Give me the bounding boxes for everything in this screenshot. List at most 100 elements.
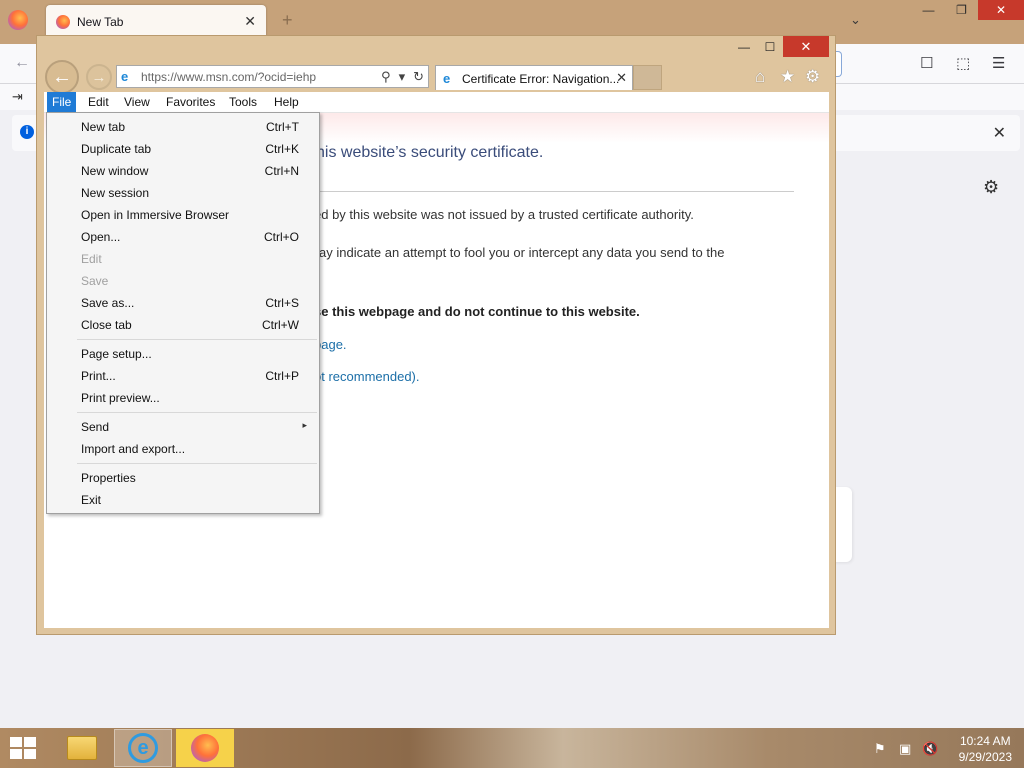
menu-item-label: Properties [81,471,136,485]
firefox-tab-title: New Tab [77,15,124,29]
firefox-maximize-button[interactable]: ❐ [945,0,978,20]
menu-item-shortcut: Ctrl+P [265,369,299,383]
cert-error-title: his website’s security certificate. [316,144,544,161]
file-menu-item-duplicate-tab[interactable]: Duplicate tab Ctrl+K [47,138,319,160]
file-menu-item-save: Save [47,270,319,292]
tools-gear-icon[interactable]: ⚙ [805,67,820,87]
refresh-icon[interactable]: ↻ [413,69,424,85]
menu-item-label: Edit [81,252,102,266]
ie-forward-button[interactable]: → [86,64,112,90]
menu-icon[interactable]: ☰ [992,54,1005,72]
firefox-minimize-button[interactable]: — [912,0,945,20]
home-icon[interactable]: ⌂ [755,67,765,87]
file-menu-item-send[interactable]: Send ▸ [47,416,319,438]
ie-tab-certificate-error[interactable]: e Certificate Error: Navigation... ✕ [435,65,633,90]
menu-item-label: Print... [81,369,116,383]
volume-muted-icon[interactable]: 🔇 [922,741,938,757]
menu-item-label: New session [81,186,150,200]
file-menu-item-print-preview[interactable]: Print preview... [47,387,319,409]
ie-close-button[interactable]: ✕ [783,36,829,57]
submenu-arrow-icon: ▸ [302,420,307,430]
menu-favorites[interactable]: Favorites [166,95,215,109]
firefox-list-all-tabs-icon[interactable]: ⌄ [850,12,861,28]
address-dropdown-icon[interactable]: ▾ [399,69,406,85]
firefox-back-icon[interactable]: ← [14,54,30,72]
ie-menubar: File Edit View Favorites Tools Help [44,92,829,113]
menu-item-label: Send [81,420,110,434]
menu-edit[interactable]: Edit [88,95,109,109]
taskbar-file-explorer[interactable] [53,729,111,767]
favorites-star-icon[interactable]: ★ [780,67,795,87]
continue-website-link[interactable]: ot recommended). [314,369,420,384]
file-menu-dropdown: New tab Ctrl+T Duplicate tab Ctrl+K New … [46,112,320,514]
info-icon: i [20,125,34,139]
menu-item-label: Open in Immersive Browser [81,208,230,222]
system-clock[interactable]: 10:24 AM 9/29/2023 [959,733,1012,765]
firefox-close-button[interactable]: ✕ [978,0,1024,20]
ie-minimize-button[interactable]: — [731,36,757,57]
ie-window-controls: — ☐ ✕ [731,36,829,57]
file-menu-item-new-tab[interactable]: New tab Ctrl+T [47,116,319,138]
file-menu-item-exit[interactable]: Exit [47,489,319,511]
cert-error-line-1: ed by this website was not issued by a t… [314,207,694,222]
menu-separator [77,339,317,340]
ie-address-bar[interactable]: e https://www.msn.com/?ocid=iehp ⚲ ▾ ↻ [116,65,429,88]
menu-item-shortcut: Ctrl+K [265,142,299,156]
menu-item-label: Duplicate tab [81,142,152,156]
newtab-settings-gear-icon[interactable]: ⚙ [983,177,999,198]
ie-address-controls: ⚲ ▾ ↻ [381,69,424,85]
file-menu-item-save-as[interactable]: Save as... Ctrl+S [47,292,319,314]
extensions-icon[interactable]: ⬚ [956,54,970,72]
menu-item-label: New window [81,164,149,178]
file-menu-item-open-immersive[interactable]: Open in Immersive Browser [47,204,319,226]
menu-item-label: Open... [81,230,121,244]
network-icon[interactable]: ▣ [899,741,911,757]
menu-item-label: Print preview... [81,391,160,405]
firefox-icon [191,734,219,762]
taskbar: e ⚑ ▣ 🔇 10:24 AM 9/29/2023 [0,728,1024,768]
menu-separator [77,463,317,464]
notification-close-icon[interactable]: ✕ [993,123,1006,143]
menu-separator [77,412,317,413]
file-menu-item-import-export[interactable]: Import and export... [47,438,319,460]
start-windows-icon[interactable] [10,737,38,761]
file-menu-item-new-session[interactable]: New session [47,182,319,204]
ie-tab-title: Certificate Error: Navigation... [462,72,620,86]
menu-file[interactable]: File [47,92,77,113]
menu-tools[interactable]: Tools [229,95,257,109]
menu-item-label: Exit [81,493,102,507]
ie-maximize-button[interactable]: ☐ [757,36,783,57]
file-explorer-icon [67,736,97,760]
file-menu-item-properties[interactable]: Properties [47,467,319,489]
firefox-logo-icon[interactable] [8,10,28,30]
ie-page-icon: e [121,69,129,84]
taskbar-firefox[interactable] [176,729,234,767]
sign-in-icon[interactable]: ⇥ [12,89,23,105]
file-menu-item-open[interactable]: Open... Ctrl+O [47,226,319,248]
file-menu-item-edit: Edit [47,248,319,270]
menu-item-shortcut: Ctrl+O [263,230,299,244]
file-menu-item-new-window[interactable]: New window Ctrl+N [47,160,319,182]
menu-item-label: Save as... [81,296,135,310]
file-menu-item-print[interactable]: Print... Ctrl+P [47,365,319,387]
menu-item-shortcut: Ctrl+S [265,296,299,310]
cert-error-recommendation: se this webpage and do not continue to t… [314,304,640,319]
menu-help[interactable]: Help [274,95,299,109]
ie-url-text[interactable]: https://www.msn.com/?ocid=iehp [141,70,316,84]
internet-explorer-icon: e [128,733,158,763]
firefox-new-tab-button[interactable]: + [282,10,293,31]
file-menu-item-close-tab[interactable]: Close tab Ctrl+W [47,314,319,336]
menu-item-shortcut: Ctrl+W [262,318,299,332]
ie-new-tab-button[interactable] [633,65,662,90]
firefox-tab-new-tab[interactable]: New Tab ✕ [46,5,266,39]
taskbar-internet-explorer[interactable]: e [114,729,172,767]
menu-view[interactable]: View [124,95,150,109]
ie-tab-close-icon[interactable]: ✕ [616,70,627,86]
search-icon[interactable]: ⚲ [381,69,391,85]
ie-back-button[interactable]: ← [45,60,79,94]
pocket-icon[interactable]: ☐ [920,54,933,72]
firefox-tab-close-icon[interactable]: ✕ [244,13,256,30]
file-menu-item-page-setup[interactable]: Page setup... [47,343,319,365]
firefox-window-controls: — ❐ ✕ [912,0,1024,20]
action-center-flag-icon[interactable]: ⚑ [874,741,886,757]
